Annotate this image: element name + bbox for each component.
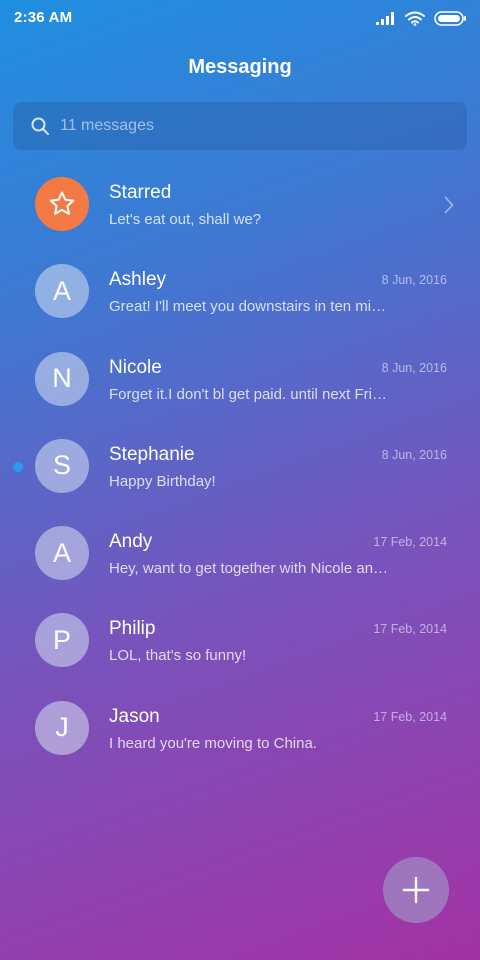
messaging-screen: 2:36 AM Messaging 11 messages Starred Le… [0, 0, 480, 960]
page-title: Messaging [188, 56, 292, 78]
avatar: A [35, 526, 89, 581]
conversation-preview: Let's eat out, shall we? [109, 211, 262, 228]
search-bar[interactable]: 11 messages [13, 102, 467, 150]
conversation-list: Starred Let's eat out, shall we? A Ashle… [0, 160, 480, 771]
list-item-conversation[interactable]: J Jason 17 Feb, 2014 I heard you're movi… [0, 684, 480, 771]
status-time: 2:36 AM [14, 9, 73, 26]
status-bar: 2:36 AM [0, 0, 480, 36]
avatar: J [35, 700, 89, 755]
list-item-starred[interactable]: Starred Let's eat out, shall we? [0, 160, 480, 247]
conversation-preview: Hey, want to get together with Nicole an… [109, 560, 391, 578]
list-item-conversation[interactable]: A Andy 17 Feb, 2014 Hey, want to get tog… [0, 509, 480, 596]
list-item-conversation[interactable]: S Stephanie 8 Jun, 2016 Happy Birthday! [0, 422, 480, 509]
conversation-date: 8 Jun, 2016 [381, 273, 447, 288]
avatar: P [35, 613, 89, 668]
conversation-name: Jason [109, 705, 160, 727]
new-message-button[interactable] [383, 857, 449, 923]
search-icon [31, 117, 49, 135]
conversation-name: Nicole [109, 356, 162, 378]
unread-indicator [13, 461, 23, 472]
list-item-conversation[interactable]: A Ashley 8 Jun, 2016 Great! I'll meet yo… [0, 247, 480, 334]
conversation-name: Ashley [109, 269, 167, 291]
conversation-date: 8 Jun, 2016 [381, 360, 447, 375]
conversation-preview: LOL, that's so funny! [109, 647, 247, 665]
battery-icon [434, 10, 466, 26]
avatar: N [35, 351, 89, 406]
avatar: S [35, 438, 89, 493]
conversation-preview: Forget it.I don't bl get paid. until nex… [109, 385, 391, 403]
conversation-name: Stephanie [109, 443, 195, 465]
conversation-name: Philip [109, 618, 156, 640]
status-icons [376, 9, 466, 27]
conversation-name: Starred [109, 182, 172, 203]
search-input[interactable]: 11 messages [60, 117, 154, 135]
star-icon [49, 191, 75, 215]
plus-icon [402, 876, 430, 904]
conversation-preview: Happy Birthday! [109, 472, 216, 490]
conversation-date: 17 Feb, 2014 [373, 622, 447, 637]
avatar [35, 177, 89, 231]
conversation-preview: Great! I'll meet you downstairs in ten m… [109, 298, 391, 316]
signal-icon [376, 12, 394, 25]
list-item-conversation[interactable]: N Nicole 8 Jun, 2016 Forget it.I don't b… [0, 335, 480, 422]
conversation-preview: I heard you're moving to China. [109, 734, 317, 752]
wifi-icon [405, 11, 425, 26]
conversation-date: 8 Jun, 2016 [381, 447, 447, 462]
conversation-name: Andy [109, 531, 153, 553]
chevron-right-icon [444, 196, 454, 214]
conversation-date: 17 Feb, 2014 [373, 709, 447, 724]
avatar: A [35, 264, 89, 319]
list-item-conversation[interactable]: P Philip 17 Feb, 2014 LOL, that's so fun… [0, 596, 480, 683]
conversation-date: 17 Feb, 2014 [373, 535, 447, 550]
